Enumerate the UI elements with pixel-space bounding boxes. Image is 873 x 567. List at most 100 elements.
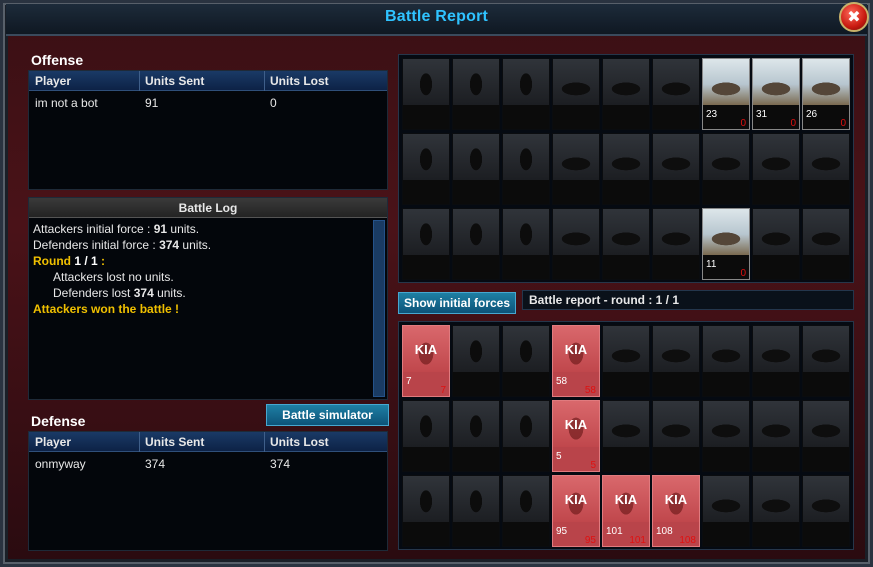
units-sent: 91: [145, 96, 159, 110]
unit-slot[interactable]: [502, 208, 550, 280]
unit-slot[interactable]: 11 0: [702, 208, 750, 280]
unit-slot[interactable]: [402, 133, 450, 205]
unit-slot[interactable]: [752, 475, 800, 547]
unit-portrait: [453, 326, 499, 372]
table-row[interactable]: im not a bot 91 0: [29, 93, 387, 111]
unit-count-bar: [553, 105, 599, 129]
offense-table: Player Units Sent Units Lost im not a bo…: [28, 70, 388, 190]
unit-portrait: [753, 476, 799, 522]
battle-log-text: Attackers initial force : 91 units. Defe…: [33, 221, 369, 317]
unit-slot[interactable]: [452, 475, 500, 547]
unit-slot[interactable]: 23 0: [702, 58, 750, 130]
unit-slot[interactable]: [602, 133, 650, 205]
unit-count-bar: [453, 180, 499, 204]
unit-slot[interactable]: [802, 325, 850, 397]
units-lost: 374: [270, 457, 291, 471]
unit-portrait: [753, 401, 799, 447]
kia-label: KIA: [564, 417, 588, 432]
unit-portrait: [453, 134, 499, 180]
unit-slot[interactable]: KIA 7 7: [402, 325, 450, 397]
unit-slot[interactable]: [502, 133, 550, 205]
unit-slot[interactable]: [652, 58, 700, 130]
header-units-sent: Units Sent: [145, 74, 205, 88]
log-scrollbar[interactable]: [373, 220, 385, 397]
unit-count: 26: [806, 109, 818, 120]
unit-slot[interactable]: KIA 5 5: [552, 400, 600, 472]
unit-slot[interactable]: [402, 58, 450, 130]
unit-slot[interactable]: 31 0: [752, 58, 800, 130]
unit-lost: 0: [840, 118, 846, 129]
unit-slot[interactable]: [402, 208, 450, 280]
unit-slot[interactable]: [652, 133, 700, 205]
unit-count: 23: [706, 109, 718, 120]
unit-slot[interactable]: [602, 400, 650, 472]
unit-portrait: [603, 209, 649, 255]
unit-slot[interactable]: [552, 133, 600, 205]
unit-slot[interactable]: [752, 325, 800, 397]
header-player: Player: [35, 435, 72, 449]
unit-slot[interactable]: KIA 108 108: [652, 475, 700, 547]
close-button[interactable]: ✖: [839, 2, 869, 32]
header-units-lost: Units Lost: [270, 74, 329, 88]
unit-slot[interactable]: [702, 400, 750, 472]
offense-title: Offense: [31, 52, 84, 68]
unit-portrait: [453, 476, 499, 522]
unit-lost: 108: [679, 535, 696, 546]
unit-slot[interactable]: [502, 475, 550, 547]
unit-slot[interactable]: 26 0: [802, 58, 850, 130]
unit-slot[interactable]: [652, 208, 700, 280]
unit-slot[interactable]: [552, 58, 600, 130]
unit-slot[interactable]: KIA 95 95: [552, 475, 600, 547]
show-initial-forces-button[interactable]: Show initial forces: [398, 292, 516, 314]
unit-portrait: [703, 326, 749, 372]
unit-portrait: [803, 59, 849, 105]
units-sent: 374: [145, 457, 166, 471]
unit-count-bar: [603, 447, 649, 471]
table-row[interactable]: onmyway 374 374: [29, 454, 387, 472]
unit-count-bar: [453, 447, 499, 471]
unit-slot[interactable]: [552, 208, 600, 280]
unit-lost: 101: [629, 535, 646, 546]
unit-slot[interactable]: [502, 325, 550, 397]
unit-slot[interactable]: [652, 400, 700, 472]
unit-slot[interactable]: [652, 325, 700, 397]
unit-portrait: [403, 476, 449, 522]
unit-slot[interactable]: [602, 208, 650, 280]
unit-slot[interactable]: [752, 400, 800, 472]
unit-slot[interactable]: [752, 133, 800, 205]
unit-slot[interactable]: [452, 325, 500, 397]
unit-slot[interactable]: [702, 325, 750, 397]
unit-slot[interactable]: [452, 208, 500, 280]
unit-slot[interactable]: [452, 133, 500, 205]
unit-count-bar: [753, 522, 799, 546]
unit-slot[interactable]: [452, 400, 500, 472]
unit-slot[interactable]: [502, 400, 550, 472]
unit-slot[interactable]: [752, 208, 800, 280]
unit-slot[interactable]: [802, 475, 850, 547]
unit-slot[interactable]: [402, 400, 450, 472]
unit-count: 11: [706, 259, 717, 270]
battle-simulator-button[interactable]: Battle simulator: [266, 404, 389, 426]
battle-log-panel: Battle Log Attackers initial force : 91 …: [28, 197, 388, 400]
unit-slot[interactable]: [602, 58, 650, 130]
defense-table: Player Units Sent Units Lost onmyway 374…: [28, 431, 388, 551]
unit-count-bar: [553, 180, 599, 204]
unit-slot[interactable]: [802, 208, 850, 280]
unit-slot[interactable]: [802, 400, 850, 472]
unit-slot[interactable]: [402, 475, 450, 547]
unit-slot[interactable]: KIA 58 58: [552, 325, 600, 397]
unit-portrait: [403, 401, 449, 447]
unit-slot[interactable]: [452, 58, 500, 130]
unit-count-bar: [403, 180, 449, 204]
unit-slot[interactable]: [502, 58, 550, 130]
unit-portrait: [803, 209, 849, 255]
unit-slot[interactable]: [802, 133, 850, 205]
unit-slot[interactable]: [602, 325, 650, 397]
unit-slot[interactable]: KIA 101 101: [602, 475, 650, 547]
unit-count-bar: [503, 522, 549, 546]
unit-slot[interactable]: [702, 475, 750, 547]
unit-portrait: [603, 326, 649, 372]
unit-count: 101: [606, 526, 623, 537]
unit-count-bar: [803, 180, 849, 204]
unit-slot[interactable]: [702, 133, 750, 205]
